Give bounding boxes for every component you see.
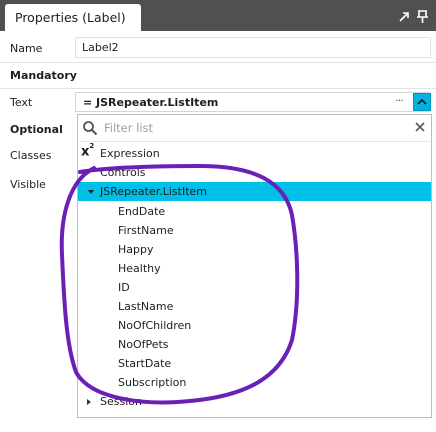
pin-icon[interactable] xyxy=(417,10,428,23)
chevron-up-icon xyxy=(417,98,427,105)
dropdown-toggle-button[interactable] xyxy=(413,93,431,111)
maximize-icon[interactable] xyxy=(399,12,409,22)
mandatory-heading: Mandatory xyxy=(10,69,77,82)
divider xyxy=(0,62,436,63)
list-item[interactable]: StartDate xyxy=(118,357,171,370)
list-item[interactable]: Happy xyxy=(118,243,154,256)
expand-triangle-icon[interactable] xyxy=(87,169,91,175)
list-item[interactable]: Subscription xyxy=(118,376,186,389)
list-item[interactable]: LastName xyxy=(118,300,173,313)
list-item[interactable]: Healthy xyxy=(118,262,161,275)
name-label: Name xyxy=(10,42,43,55)
name-field[interactable]: Label2 xyxy=(75,37,431,58)
divider xyxy=(80,141,430,142)
panel-controls xyxy=(397,8,431,24)
expression-item[interactable]: Expression xyxy=(100,147,160,160)
close-icon[interactable] xyxy=(412,119,428,135)
filter-input[interactable] xyxy=(104,119,394,137)
expression-icon: x2 xyxy=(81,142,95,160)
divider xyxy=(0,88,436,89)
search-icon xyxy=(82,120,98,136)
list-item[interactable]: NoOfPets xyxy=(118,338,169,351)
session-item[interactable]: Session xyxy=(100,395,142,408)
expand-triangle-icon[interactable] xyxy=(87,399,91,405)
classes-label: Classes xyxy=(10,149,52,162)
text-label: Text xyxy=(10,96,33,109)
collapse-triangle-icon[interactable] xyxy=(88,190,94,194)
list-item[interactable]: NoOfChildren xyxy=(118,319,191,332)
list-item[interactable]: ID xyxy=(118,281,130,294)
panel-header: Properties (Label) xyxy=(0,0,436,31)
list-item[interactable]: FirstName xyxy=(118,224,174,237)
optional-heading: Optional xyxy=(10,123,63,136)
panel-tab[interactable]: Properties (Label) xyxy=(5,4,141,31)
text-expression-field[interactable]: = JSRepeater.ListItem xyxy=(75,92,430,112)
controls-item[interactable]: Controls xyxy=(100,166,146,179)
listitem-node-label: JSRepeater.ListItem xyxy=(100,185,207,198)
panel-footer xyxy=(0,419,436,432)
list-item[interactable]: EndDate xyxy=(118,205,165,218)
more-options-button[interactable]: ··· xyxy=(390,93,408,111)
visible-label: Visible xyxy=(10,178,46,191)
